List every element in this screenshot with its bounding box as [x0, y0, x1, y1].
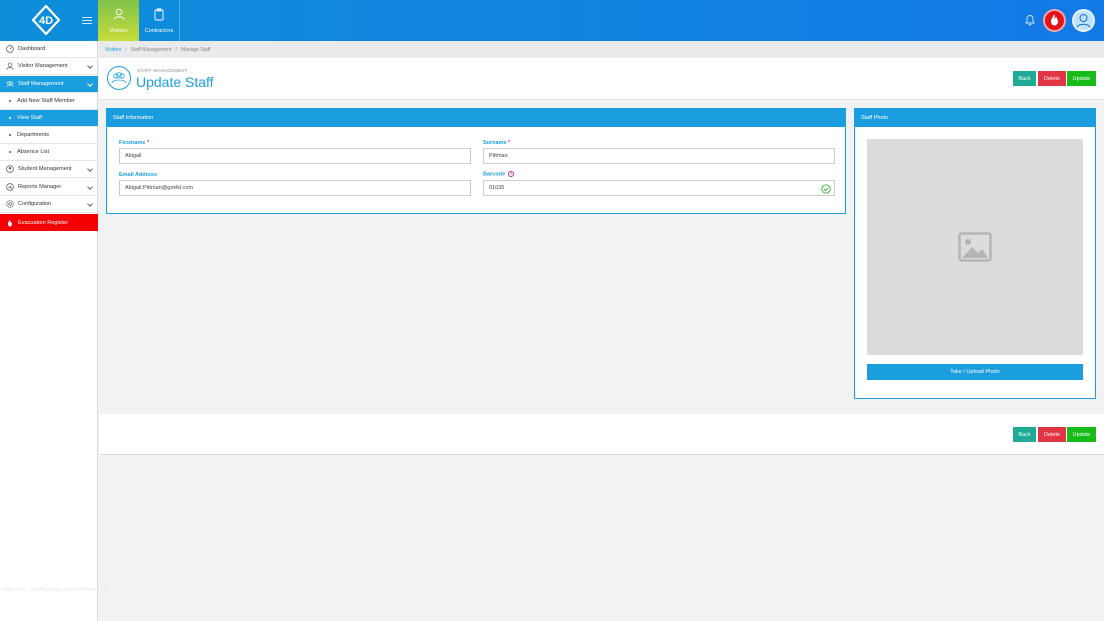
firstname-field[interactable]: Abigail — [119, 148, 471, 164]
check-circle-icon — [821, 184, 831, 194]
sidebar-item-label: View Staff — [17, 115, 42, 121]
footer-action-bar: Back Delete Update — [99, 414, 1104, 455]
sidebar-item-label: Add New Staff Member — [17, 98, 75, 104]
bullet-icon — [9, 151, 11, 153]
sidebar-item-add-new-staff-member[interactable]: Add New Staff Member — [0, 93, 98, 110]
tab-contractors-label: Contractors — [144, 28, 174, 34]
image-placeholder-icon — [958, 232, 992, 262]
staff-photo-panel: Staff Photo Take / Upload Photo — [854, 108, 1096, 399]
sidebar-item-label: Student Management — [18, 166, 72, 172]
sidebar-item-staff-management[interactable]: Staff Management — [0, 76, 98, 93]
tab-visitors-label: Visitors — [109, 28, 128, 34]
email-label: Email Address — [119, 172, 158, 178]
sidebar-item-reports-manager[interactable]: Reports Manager — [0, 179, 98, 196]
student-icon — [6, 165, 14, 173]
dashboard-icon — [6, 45, 14, 53]
bullet-icon — [9, 134, 11, 136]
delete-button[interactable]: Delete — [1038, 427, 1066, 442]
sidebar-item-evacuation-register[interactable]: Evacuation Register — [0, 214, 98, 231]
reports-icon — [6, 183, 14, 191]
help-icon[interactable]: ? — [508, 171, 515, 177]
tab-contractors[interactable]: Contractors — [139, 0, 180, 41]
email-field[interactable]: Abigail.Pittman@got4d.com — [119, 180, 471, 196]
svg-text:4D: 4D — [39, 15, 53, 27]
visitor-icon — [113, 8, 124, 20]
sidebar-item-label: Absence List — [17, 149, 50, 155]
bullet-icon — [9, 100, 11, 102]
page-subtitle: STAFF MANAGEMENT — [137, 68, 188, 73]
status-bar-url: https://4d.../staffmanagement/staff/mana… — [3, 587, 114, 593]
barcode-value: 01035 — [489, 185, 505, 191]
required-marker: * — [508, 140, 511, 146]
staff-icon — [6, 81, 14, 88]
gear-icon — [6, 200, 14, 208]
fire-alert-icon — [1051, 14, 1058, 26]
chevron-down-icon — [87, 201, 93, 207]
user-avatar-icon — [1076, 14, 1091, 29]
update-button[interactable]: Update — [1067, 427, 1096, 442]
sidebar-item-label: Dashboard — [18, 46, 46, 52]
4d-logo[interactable]: 4D — [32, 5, 60, 35]
sidebar-item-label: Configuration — [18, 201, 52, 207]
visitor-icon — [6, 62, 14, 70]
breadcrumb-visitors[interactable]: Visitors — [105, 47, 121, 53]
fire-alert-button[interactable] — [1043, 9, 1066, 32]
staff-information-panel: Staff Information Firstname * Abigail Su… — [106, 108, 846, 214]
chevron-down-icon — [87, 184, 93, 190]
back-button[interactable]: Back — [1013, 427, 1036, 442]
user-avatar[interactable] — [1072, 9, 1095, 32]
chevron-down-icon — [87, 63, 93, 69]
sidebar-item-label: Staff Management — [18, 81, 64, 87]
tab-visitors[interactable]: Visitors — [98, 0, 139, 41]
clipboard-icon — [154, 8, 164, 21]
breadcrumb-separator: / — [125, 46, 127, 53]
staff-header-icon — [107, 66, 131, 90]
required-marker: * — [146, 140, 149, 146]
breadcrumb: Visitors / Staff Management / Manage Sta… — [99, 41, 1104, 58]
fire-icon — [8, 219, 12, 226]
sidebar-item-view-staff[interactable]: View Staff — [0, 110, 98, 127]
barcode-field[interactable]: 01035 — [483, 180, 835, 196]
page-title: Update Staff — [136, 74, 214, 90]
sidebar-item-label: Evacuation Register — [18, 219, 69, 226]
firstname-label: Firstname * — [119, 140, 149, 146]
sidebar-item-label: Departments — [17, 132, 50, 138]
panel-heading: Staff Information — [107, 109, 845, 127]
top-navigation-bar: 4D Visitors Contractors — [0, 0, 1104, 41]
menu-toggle-icon[interactable] — [82, 15, 92, 25]
sidebar: Dashboard Visitor Management Staff Manag… — [0, 41, 98, 621]
take-upload-photo-button[interactable]: Take / Upload Photo — [867, 364, 1083, 380]
sidebar-item-visitor-management[interactable]: Visitor Management — [0, 58, 98, 75]
sidebar-item-label: Visitor Management — [18, 63, 68, 69]
surname-label: Surname * — [483, 140, 511, 146]
bell-icon[interactable] — [1024, 14, 1036, 26]
sidebar-item-student-management[interactable]: Student Management — [0, 161, 98, 178]
chevron-down-icon — [87, 166, 93, 172]
update-button[interactable]: Update — [1067, 71, 1096, 86]
page-header: STAFF MANAGEMENT Update Staff Back Delet… — [99, 58, 1104, 100]
bullet-icon — [9, 117, 11, 119]
sidebar-item-configuration[interactable]: Configuration — [0, 196, 98, 213]
breadcrumb-staff-management[interactable]: Staff Management — [131, 47, 172, 53]
delete-button[interactable]: Delete — [1038, 71, 1066, 86]
chevron-down-icon — [87, 81, 93, 87]
sidebar-item-dashboard[interactable]: Dashboard — [0, 41, 98, 58]
surname-field[interactable]: Pittman — [483, 148, 835, 164]
sidebar-item-departments[interactable]: Departments — [0, 127, 98, 144]
breadcrumb-manage-staff: Manage Staff — [180, 46, 211, 53]
sidebar-item-absence-list[interactable]: Absence List — [0, 144, 98, 161]
back-button[interactable]: Back — [1013, 71, 1036, 86]
sidebar-item-label: Reports Manager — [18, 184, 62, 190]
barcode-label: Barcode? — [483, 171, 515, 178]
panel-heading: Staff Photo — [855, 109, 1095, 127]
breadcrumb-separator: / — [175, 46, 177, 53]
photo-preview — [867, 139, 1083, 355]
